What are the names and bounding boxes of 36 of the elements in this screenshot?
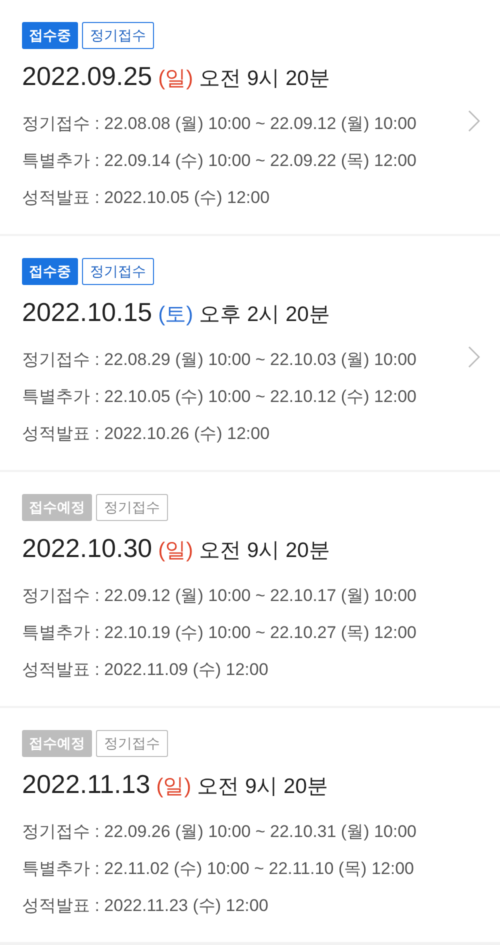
schedule-line: 정기접수 : 22.08.29 (월) 10:00 ~ 22.10.03 (월) 10:00 bbox=[22, 349, 418, 371]
exam-time: 오전 9시 20분 bbox=[199, 538, 330, 564]
schedule-line: 정기접수 : 22.09.12 (월) 10:00 ~ 22.10.17 (월) 10:00 bbox=[22, 585, 418, 607]
type-badge: 정기접수 bbox=[82, 258, 154, 285]
weekday: (일) bbox=[156, 774, 192, 800]
type-badge: 정기접수 bbox=[96, 494, 168, 521]
schedule-line: 성적발표 : 2022.11.23 (수) 12:00 bbox=[22, 895, 270, 917]
weekday: (일) bbox=[158, 66, 194, 92]
exam-time: 오전 9시 20분 bbox=[199, 66, 330, 92]
exam-card[interactable]: 접수중 정기접수 2022.10.15 (토) 오후 2시 20분 정기접수 : 22.08.29 (월) 10:00 ~ 22.10.03 (월) 10:00 특별추가 : 22.10.05 (수) 10:00 ~ 22.10.12 (수) 12:00 성적발표 : 2022.10.26 (수) 12:00 bbox=[0, 236, 500, 470]
schedule-line: 성적발표 : 2022.11.09 (수) 12:00 bbox=[22, 659, 270, 681]
schedule-line: 특별추가 : 22.10.19 (수) 10:00 ~ 22.10.27 (목) 12:00 bbox=[22, 622, 418, 644]
status-badge: 접수중 bbox=[22, 258, 78, 285]
schedule-line: 특별추가 : 22.11.02 (수) 10:00 ~ 22.11.10 (목) 12:00 bbox=[22, 858, 415, 880]
type-badge: 정기접수 bbox=[82, 22, 154, 49]
schedule-line: 특별추가 : 22.09.14 (수) 10:00 ~ 22.09.22 (목) 12:00 bbox=[22, 150, 418, 172]
exam-card[interactable]: 접수예정 정기접수 2022.10.30 (일) 오전 9시 20분 정기접수 : 22.09.12 (월) 10:00 ~ 22.10.17 (월) 10:00 특별추가 : 22.10.19 (수) 10:00 ~ 22.10.27 (목) 12:00 성적발표 : 2022.11.09 (수) 12:00 bbox=[0, 472, 500, 706]
exam-date: 2022.10.30 bbox=[22, 532, 152, 565]
exam-time: 오전 9시 20분 bbox=[197, 774, 328, 800]
schedule-line: 성적발표 : 2022.10.26 (수) 12:00 bbox=[22, 423, 271, 445]
status-badge: 접수예정 bbox=[22, 494, 92, 521]
schedule-line: 정기접수 : 22.09.26 (월) 10:00 ~ 22.10.31 (월) 10:00 bbox=[22, 821, 418, 843]
exam-card[interactable]: 접수중 정기접수 2022.09.25 (일) 오전 9시 20분 정기접수 : 22.08.08 (월) 10:00 ~ 22.09.12 (월) 10:00 특별추가 : 22.09.14 (수) 10:00 ~ 22.09.22 (목) 12:00 성적발표 : 2022.10.05 (수) 12:00 bbox=[0, 0, 500, 234]
weekday: (토) bbox=[158, 302, 194, 328]
type-badge: 정기접수 bbox=[96, 730, 168, 757]
exam-date: 2022.11.13 bbox=[22, 768, 150, 801]
weekday: (일) bbox=[158, 538, 194, 564]
exam-card[interactable]: 접수예정 정기접수 2022.11.13 (일) 오전 9시 20분 정기접수 : 22.09.26 (월) 10:00 ~ 22.10.31 (월) 10:00 특별추가 : 22.11.02 (수) 10:00 ~ 22.11.10 (목) 12:00 성적발표 : 2022.11.23 (수) 12:00 bbox=[0, 708, 500, 942]
status-badge: 접수예정 bbox=[22, 730, 92, 757]
exam-time: 오후 2시 20분 bbox=[199, 302, 330, 328]
schedule-line: 특별추가 : 22.10.05 (수) 10:00 ~ 22.10.12 (수) 12:00 bbox=[22, 386, 418, 408]
status-badge: 접수중 bbox=[22, 22, 78, 49]
exam-date: 2022.10.15 bbox=[22, 296, 152, 329]
schedule-line: 성적발표 : 2022.10.05 (수) 12:00 bbox=[22, 187, 271, 209]
exam-date: 2022.09.25 bbox=[22, 60, 152, 93]
schedule-line: 정기접수 : 22.08.08 (월) 10:00 ~ 22.09.12 (월) 10:00 bbox=[22, 113, 418, 135]
